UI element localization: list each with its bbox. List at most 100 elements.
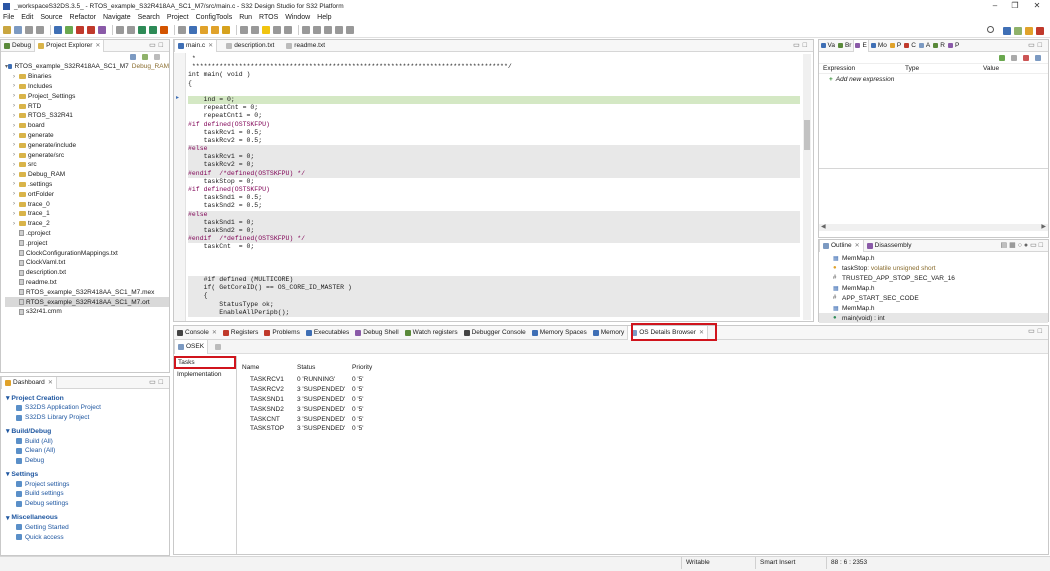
perspective-icon-1[interactable]: [1014, 27, 1022, 35]
tab-debug-view[interactable]: R: [932, 40, 947, 52]
tree-item[interactable]: RTOS_example_S32R418AA_SC1_M7.ort: [5, 297, 169, 307]
tree-item[interactable]: › RTD: [5, 101, 169, 111]
toolbar-icon-20[interactable]: [251, 26, 259, 34]
h-scrollbar[interactable]: ◀ ▶: [819, 224, 1048, 231]
toolbar-icon-13[interactable]: [160, 26, 168, 34]
outline-toolbar-icons[interactable]: ▤▦○●▭□: [1000, 241, 1045, 249]
tab-os-details-browser[interactable]: OS Details Browser ✕: [627, 325, 708, 340]
sidebar-item-implementation[interactable]: Implementation: [174, 369, 236, 380]
dashboard-link[interactable]: S32DS Library Project: [6, 413, 169, 423]
menu-project[interactable]: Project: [167, 14, 189, 21]
tree-item[interactable]: › trace_0: [5, 199, 169, 209]
tab-main-c[interactable]: main.c ✕: [174, 39, 218, 52]
tree-item[interactable]: › Binaries: [5, 72, 169, 82]
tree-item[interactable]: › src: [5, 160, 169, 170]
perspective-icon-0[interactable]: [1003, 27, 1011, 35]
filter-icon[interactable]: [154, 54, 160, 60]
toolbar-icon-19[interactable]: [240, 26, 248, 34]
panel-min-max-icons[interactable]: ▭□: [149, 378, 166, 386]
scroll-left-icon[interactable]: ◀: [821, 223, 826, 230]
tree-item[interactable]: .cproject: [5, 229, 169, 239]
tree-item[interactable]: › Includes: [5, 82, 169, 92]
add-new-expression[interactable]: + Add new expression: [819, 74, 1048, 84]
dashboard-link[interactable]: Build (All): [6, 436, 169, 446]
menu-refactor[interactable]: Refactor: [70, 14, 96, 21]
dashboard-link[interactable]: Debug settings: [6, 499, 169, 509]
perspective-icon-2[interactable]: [1025, 27, 1033, 35]
outline-item[interactable]: ▦ MemMap.h: [819, 253, 1048, 263]
toolbar-icon-9[interactable]: [116, 26, 124, 34]
toolbar-icon-15[interactable]: [189, 26, 197, 34]
menu-file[interactable]: File: [3, 14, 14, 21]
table-row[interactable]: TASKSND1 3 'SUSPENDED' 0 '5': [242, 395, 372, 405]
dashboard-link[interactable]: Build settings: [6, 489, 169, 499]
tree-item[interactable]: description.txt: [5, 268, 169, 278]
toolbar-icon-26[interactable]: [324, 26, 332, 34]
outline-item[interactable]: # APP_START_SEC_CODE: [819, 293, 1048, 303]
toolbar-icon-10[interactable]: [127, 26, 135, 34]
close-icon[interactable]: ✕: [855, 242, 860, 249]
menu-edit[interactable]: Edit: [21, 14, 33, 21]
table-row[interactable]: TASKRCV1 0 'RUNNING' 0 '5': [242, 375, 372, 385]
remove-icon[interactable]: [1011, 54, 1017, 61]
tab-problems[interactable]: Problems: [261, 326, 302, 340]
dashboard-section-title[interactable]: ▾ Miscellaneous: [6, 513, 169, 523]
toolbar-icon-21[interactable]: [262, 26, 270, 34]
dashboard-link[interactable]: S32DS Application Project: [6, 403, 169, 413]
tab-outline[interactable]: Outline ✕: [819, 239, 864, 252]
toolbar-icon-6[interactable]: [76, 26, 84, 34]
toolbar-icon-5[interactable]: [65, 26, 73, 34]
toolbar-icon-24[interactable]: [302, 26, 310, 34]
tab-debug-view[interactable]: C: [903, 40, 918, 52]
tree-project-root[interactable]: ▾ RTOS_example_S32R418AA_SC1_M7 Debug_RA…: [5, 62, 169, 72]
tab-memory-spaces[interactable]: Memory Spaces: [529, 326, 590, 340]
tab-registers[interactable]: Registers: [220, 326, 261, 340]
tree-item[interactable]: › ortFolder: [5, 189, 169, 199]
tab-osek[interactable]: OSEK: [174, 339, 209, 354]
tree-item[interactable]: › Project_Settings: [5, 91, 169, 101]
search-icon[interactable]: [987, 26, 994, 33]
dashboard-section-title[interactable]: ▾ Project Creation: [6, 393, 169, 403]
close-button[interactable]: ✕: [1028, 0, 1046, 12]
tab-debug-shell[interactable]: Debug Shell: [352, 326, 401, 340]
scrollbar-thumb[interactable]: [804, 120, 810, 150]
tree-item[interactable]: › trace_1: [5, 209, 169, 219]
dashboard-link[interactable]: Getting Started: [6, 523, 169, 533]
toolbar-icon-3[interactable]: [36, 26, 44, 34]
tab-debug-view[interactable]: A: [917, 40, 931, 52]
dashboard-section-title[interactable]: ▾ Build/Debug: [6, 426, 169, 436]
toolbar-icon-17[interactable]: [211, 26, 219, 34]
collapse-icon[interactable]: [1035, 54, 1041, 61]
toolbar-icon-11[interactable]: [138, 26, 146, 34]
outline-item[interactable]: ▦ MemMap.h: [819, 283, 1048, 293]
dashboard-link[interactable]: Clean (All): [6, 446, 169, 456]
tab-executables[interactable]: Executables: [303, 326, 352, 340]
close-icon[interactable]: ✕: [48, 379, 53, 386]
toolbar-icon-7[interactable]: [87, 26, 95, 34]
panel-min-max-icons[interactable]: ▭□: [1028, 41, 1045, 49]
outline-item[interactable]: # TRUSTED_APP_STOP_SEC_VAR_16: [819, 273, 1048, 283]
tab-debug-view[interactable]: E: [852, 39, 870, 52]
toolbar-icon-0[interactable]: [3, 26, 11, 34]
tab-disassembly[interactable]: Disassembly: [864, 240, 915, 252]
maximize-button[interactable]: ❐: [1006, 0, 1024, 12]
tab-debugger-console[interactable]: Debugger Console: [461, 326, 529, 340]
tab-dashboard[interactable]: Dashboard ✕: [1, 376, 57, 389]
remove-all-icon[interactable]: [1023, 54, 1029, 61]
link-editor-icon[interactable]: [142, 54, 148, 60]
toolbar-icon-2[interactable]: [25, 26, 33, 34]
tab-description-txt[interactable]: description.txt: [223, 40, 277, 52]
tab-watch-registers[interactable]: Watch registers: [402, 326, 461, 340]
tab-os-secondary[interactable]: [212, 340, 226, 354]
editor-scrollbar[interactable]: [803, 54, 811, 320]
toolbar-icon-28[interactable]: [346, 26, 354, 34]
tab-console[interactable]: Console ✕: [174, 326, 220, 340]
toolbar-icon-12[interactable]: [149, 26, 157, 34]
toolbar-icon-27[interactable]: [335, 26, 343, 34]
add-icon[interactable]: [999, 54, 1005, 61]
close-icon[interactable]: ✕: [699, 329, 704, 336]
dashboard-section-title[interactable]: ▾ Settings: [6, 469, 169, 479]
tab-debug-view[interactable]: P: [946, 40, 960, 52]
minimize-button[interactable]: –: [986, 0, 1004, 12]
tab-debug-view[interactable]: P: [888, 40, 902, 52]
